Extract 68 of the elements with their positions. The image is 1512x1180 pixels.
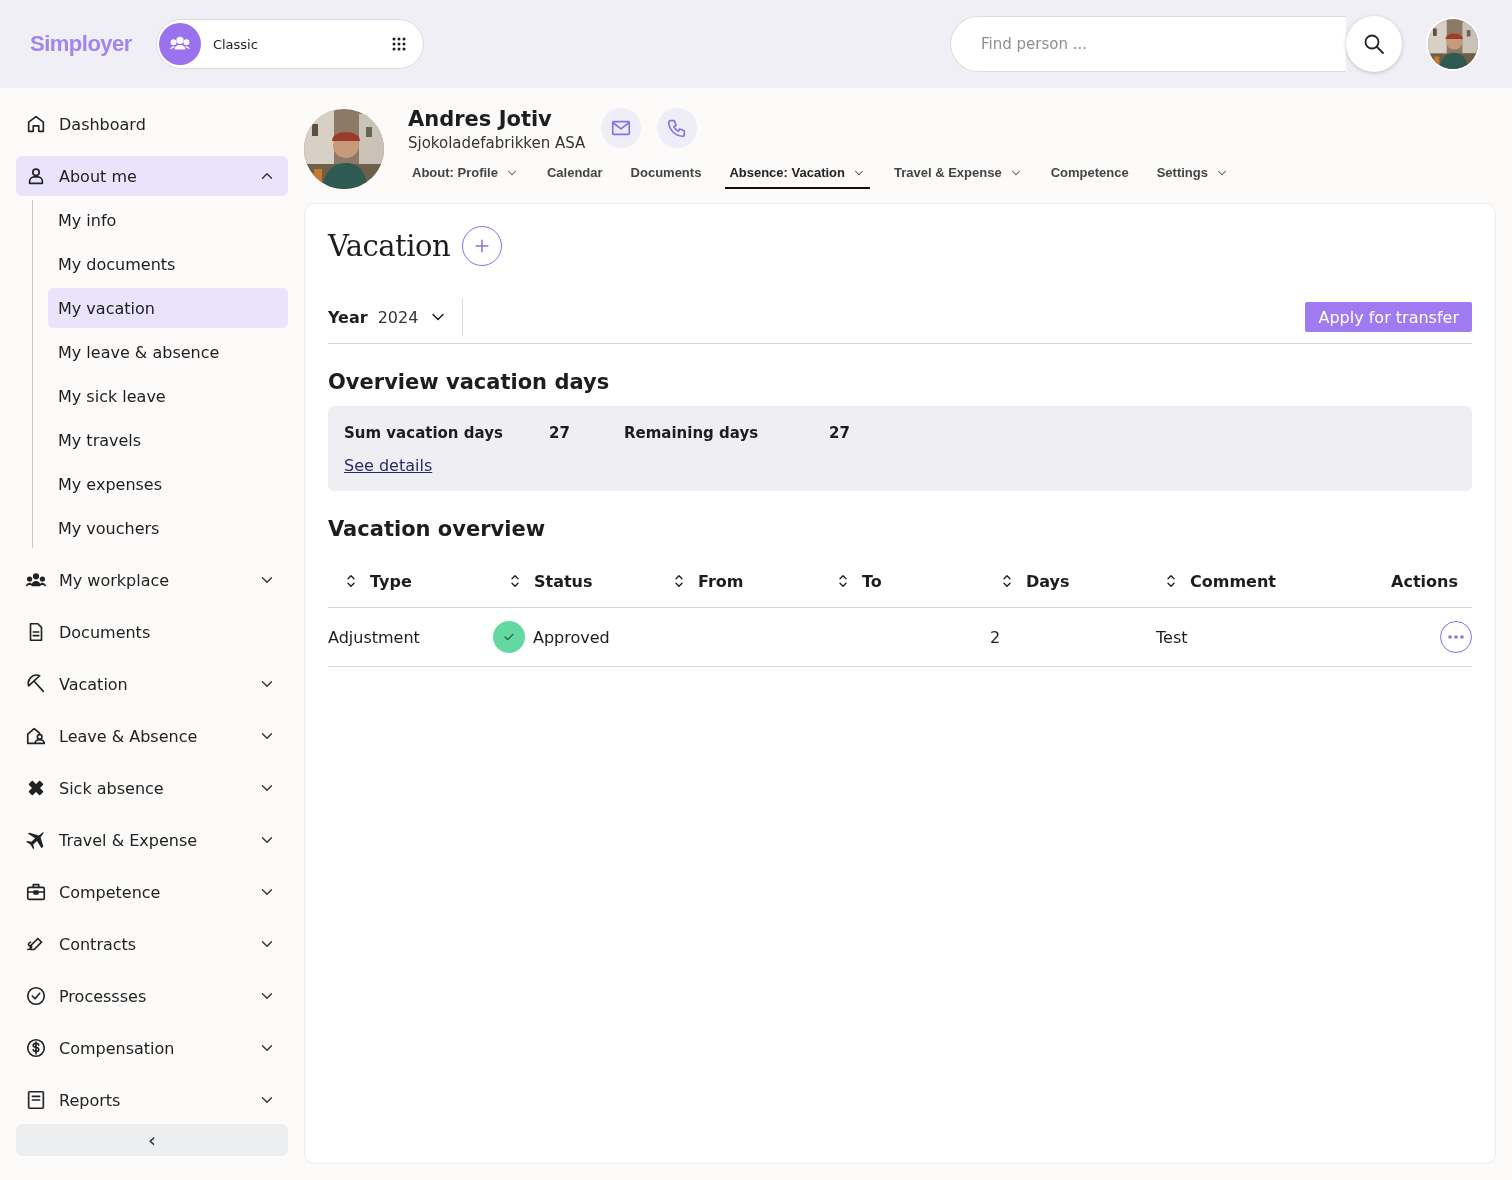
nav-subitem[interactable]: My info bbox=[48, 200, 288, 240]
column-header: Actions bbox=[1390, 571, 1459, 591]
nav-item[interactable]: Travel & Expense bbox=[16, 820, 288, 860]
check-circle-icon bbox=[25, 985, 47, 1007]
tab[interactable]: About: Profile bbox=[408, 158, 523, 189]
search-field[interactable]: Find person ... bbox=[950, 16, 1346, 72]
search-button[interactable] bbox=[1346, 16, 1402, 72]
app-switcher[interactable]: Classic bbox=[155, 19, 424, 69]
nav-subitem[interactable]: My leave & absence bbox=[48, 332, 288, 372]
year-dropdown[interactable]: Year 2024 bbox=[328, 298, 464, 336]
nav-item[interactable]: Documents bbox=[16, 612, 288, 652]
page-title: Vacation bbox=[328, 229, 451, 263]
section-title: Overview vacation days bbox=[328, 370, 611, 394]
email-button[interactable] bbox=[601, 108, 642, 148]
umbrella-icon bbox=[25, 673, 47, 695]
more-icon bbox=[1448, 635, 1464, 639]
nav-item[interactable]: Compensation bbox=[16, 1028, 288, 1068]
nav-subitem[interactable]: My expenses bbox=[48, 464, 288, 504]
nav-item[interactable]: Competence bbox=[16, 872, 288, 912]
tab[interactable]: Documents bbox=[626, 158, 706, 189]
home-icon bbox=[25, 113, 47, 135]
nav-item[interactable]: Reports bbox=[16, 1080, 288, 1116]
house-person-icon bbox=[25, 725, 47, 747]
status-cell: Approved bbox=[493, 621, 656, 653]
summary-value: 27 bbox=[829, 424, 851, 442]
summary-label: Sum vacation days bbox=[344, 424, 504, 442]
more-actions-button[interactable] bbox=[1440, 621, 1472, 653]
phone-button[interactable] bbox=[657, 108, 698, 148]
dollar-circle-icon bbox=[25, 1037, 47, 1059]
nav-subitem[interactable]: My vacation bbox=[48, 288, 288, 328]
report-icon bbox=[25, 1089, 47, 1111]
nav-subitem[interactable]: My vouchers bbox=[48, 508, 288, 548]
nav-item[interactable]: Dashboard bbox=[16, 104, 288, 144]
column-header[interactable]: Comment bbox=[1148, 571, 1312, 591]
briefcase-icon bbox=[25, 881, 47, 903]
column-header[interactable]: From bbox=[656, 571, 820, 591]
search-icon bbox=[1362, 32, 1386, 56]
company-name: Sjokoladefabrikken ASA bbox=[408, 134, 586, 152]
nav-item[interactable]: About me bbox=[16, 156, 288, 196]
details-link[interactable]: See details bbox=[344, 456, 433, 475]
nav-item[interactable]: Vacation bbox=[16, 664, 288, 704]
table-cell-text: Test bbox=[1155, 627, 1189, 647]
tab[interactable]: Calendar bbox=[542, 158, 607, 189]
nav-subitem[interactable]: My documents bbox=[48, 244, 288, 284]
section-title: Vacation overview bbox=[328, 517, 547, 541]
column-header[interactable]: Status bbox=[492, 571, 656, 591]
nav-subitem[interactable]: My sick leave bbox=[48, 376, 288, 416]
person-name: Andres Jotiv bbox=[408, 106, 553, 132]
nav-subitem[interactable]: My travels bbox=[48, 420, 288, 460]
nav-item[interactable]: Leave & Absence bbox=[16, 716, 288, 756]
summary-value: 27 bbox=[549, 424, 571, 442]
column-header[interactable]: Days bbox=[984, 571, 1148, 591]
add-button[interactable] bbox=[462, 226, 503, 266]
nav-item[interactable]: Contracts bbox=[16, 924, 288, 964]
nav-item[interactable]: Sick absence bbox=[16, 768, 288, 808]
table-cell-text: 2 bbox=[989, 627, 1002, 647]
collapse-button[interactable]: ‹ bbox=[16, 1124, 288, 1156]
nav-item[interactable]: My workplace bbox=[16, 560, 288, 600]
tab[interactable]: Travel & Expense bbox=[890, 158, 1027, 189]
table-cell-text: Adjustment bbox=[328, 627, 421, 647]
tab[interactable]: Absence: Vacation bbox=[725, 158, 870, 189]
tab[interactable]: Competence bbox=[1046, 158, 1133, 189]
tab[interactable]: Settings bbox=[1152, 158, 1233, 189]
nav-item[interactable]: Processses bbox=[16, 976, 288, 1016]
column-header[interactable]: Type bbox=[328, 571, 492, 591]
column-header[interactable]: To bbox=[820, 571, 984, 591]
switcher-label: Classic bbox=[212, 36, 259, 52]
summary-label: Remaining days bbox=[624, 424, 760, 442]
